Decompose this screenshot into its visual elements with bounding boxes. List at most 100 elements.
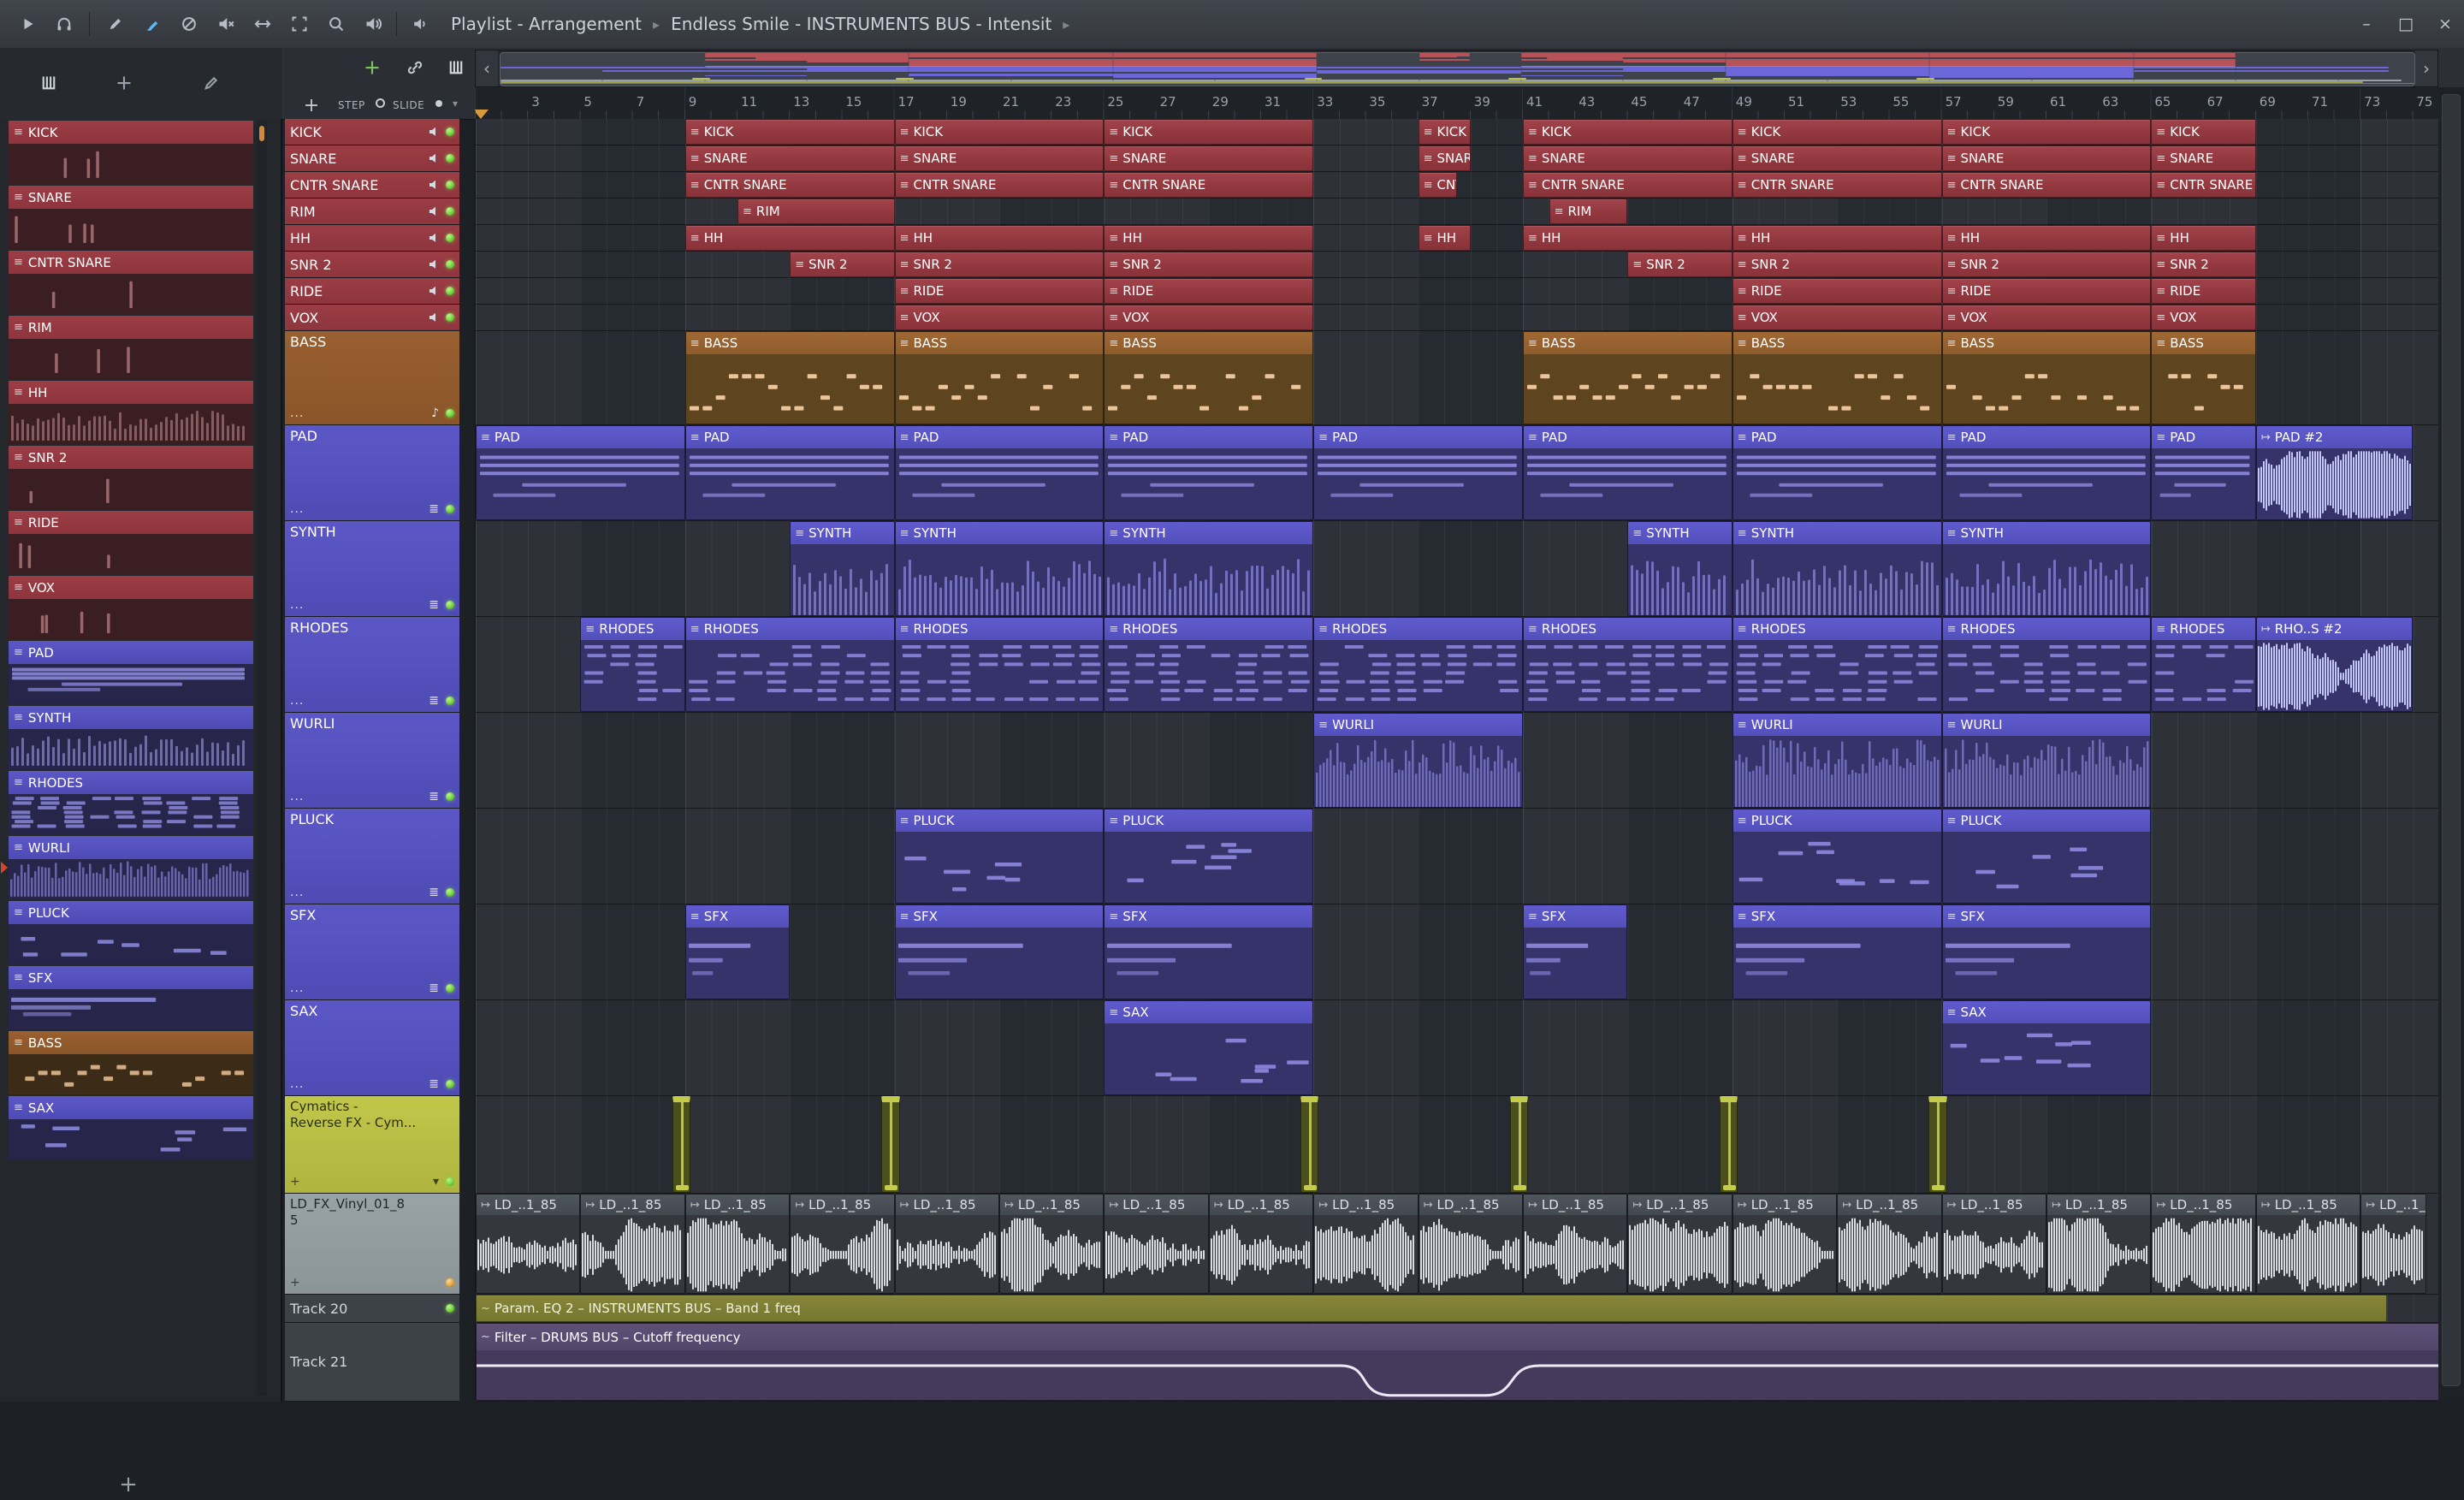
brush-tool-icon[interactable] (138, 9, 167, 39)
link-icon[interactable] (400, 53, 429, 82)
clip-rhodes[interactable]: ≡ RHODES (580, 617, 685, 712)
mute-led[interactable] (446, 260, 454, 269)
clip-pad[interactable]: ≡ PAD (1941, 425, 2152, 520)
clip-pad[interactable]: ≡ PAD (1313, 425, 1523, 520)
track-header-bass[interactable]: BASS... ♪ (285, 331, 459, 424)
clip-ld-1-85[interactable]: ↦LD_..1_85 (999, 1194, 1105, 1294)
chevron-down-icon[interactable]: ▾ (433, 1175, 439, 1189)
playback-tool-icon[interactable] (358, 9, 388, 39)
clip-pad[interactable]: ≡ PAD (1732, 425, 1942, 520)
clip-cymatics-reverse-fx-cym[interactable] (1300, 1096, 1319, 1193)
speaker-icon[interactable] (429, 153, 441, 163)
clip-cymatics-reverse-fx-cym[interactable] (1719, 1096, 1738, 1193)
slide-toggle[interactable] (435, 100, 442, 107)
sidebar-item-bass[interactable]: ≡ BASS (9, 1031, 253, 1094)
clip-vox[interactable]: ≡ VOX (2151, 305, 2256, 330)
clip-ld-1-85[interactable]: ↦LD_..1_85 (1523, 1194, 1628, 1294)
overview-thumb[interactable] (500, 52, 2415, 86)
clip-sax[interactable]: ≡ SAX (1941, 1000, 2152, 1095)
mute-led[interactable] (446, 1304, 454, 1313)
playhead-marker[interactable] (475, 110, 489, 119)
preview-speaker-icon[interactable] (406, 9, 435, 39)
sidebar-item-hh[interactable]: ≡ HH (9, 381, 253, 444)
track-header-snare[interactable]: SNARE (285, 145, 459, 171)
clip-vox[interactable]: ≡ VOX (1941, 305, 2152, 330)
vertical-scrollbar-thumb[interactable] (2442, 94, 2461, 1386)
keyboard-icon[interactable]: ≣ (429, 886, 439, 899)
track-options-dots[interactable]: ... (290, 502, 304, 516)
clip-vox[interactable]: ≡ VOX (1732, 305, 1942, 330)
clip-hh[interactable]: ≡ HH (1418, 225, 1471, 251)
clip-rho-s-2[interactable]: ↦ RHO..S #2 (2255, 617, 2414, 712)
clip-rhodes[interactable]: ≡ RHODES (1732, 617, 1942, 712)
clip-rhodes[interactable]: ≡ RHODES (1104, 617, 1314, 712)
clip-ld-1-85[interactable]: ↦LD_..1_85 (1732, 1194, 1838, 1294)
track-options-dots[interactable]: + (290, 1175, 301, 1189)
clip-snr-2[interactable]: ≡ SNR 2 (790, 252, 895, 277)
clip-kick[interactable]: ≡ KICK (684, 119, 895, 145)
clip-snr-2[interactable]: ≡ SNR 2 (1104, 252, 1314, 277)
speaker-icon[interactable] (429, 259, 441, 270)
mute-led[interactable] (446, 697, 454, 705)
grid-icon[interactable] (441, 53, 471, 82)
clip-wurli[interactable]: ≡ WURLI (1313, 713, 1523, 808)
clip-cymatics-reverse-fx-cym[interactable] (672, 1096, 690, 1193)
move-tool-icon[interactable] (110, 68, 139, 98)
track-options-dots[interactable]: + (290, 1276, 301, 1290)
clip-pad[interactable]: ≡ PAD (476, 425, 685, 520)
track-options-dots[interactable]: ... (290, 694, 304, 708)
clip-hh[interactable]: ≡ HH (894, 225, 1105, 251)
track-header-snr-2[interactable]: SNR 2 (285, 252, 459, 277)
clip-snare[interactable]: ≡SNARE (1941, 145, 2152, 171)
clip-sfx[interactable]: ≡ SFX (684, 904, 791, 999)
clip-snare[interactable]: ≡SNARE (1732, 145, 1942, 171)
add-pattern-button[interactable]: + (297, 91, 326, 120)
clip-rhodes[interactable]: ≡ RHODES (684, 617, 895, 712)
mute-led[interactable] (446, 601, 454, 609)
clip-bass[interactable]: ≡ BASS (684, 331, 895, 424)
pencil-tool-icon[interactable] (101, 9, 130, 39)
mute-led[interactable] (446, 207, 454, 216)
clip-pluck[interactable]: ≡ PLUCK (1104, 809, 1314, 904)
track-header-ride[interactable]: RIDE (285, 278, 459, 304)
clip-vox[interactable]: ≡ VOX (1104, 305, 1314, 330)
play-icon[interactable] (14, 9, 43, 39)
clip-rim[interactable]: ≡ RIM (1549, 199, 1628, 224)
picker-scrollbar-thumb[interactable] (259, 126, 264, 141)
clip-ride[interactable]: ≡ RIDE (1104, 278, 1314, 304)
clip-cntr-snare[interactable]: ≡ CNTR SNARE (1941, 172, 2152, 198)
mute-tool-icon[interactable] (211, 9, 240, 39)
step-toggle[interactable] (376, 98, 385, 108)
clip-ld-1-85[interactable]: ↦LD_..1_85 (2255, 1194, 2361, 1294)
clip-ld-1-85[interactable]: ↦LD_..1_85 (790, 1194, 895, 1294)
speaker-icon[interactable] (429, 127, 441, 137)
mute-led[interactable] (446, 1278, 454, 1287)
track-header-wurli[interactable]: WURLI... ≣ (285, 713, 459, 808)
clip-hh[interactable]: ≡ HH (1941, 225, 2152, 251)
track-header-sfx[interactable]: SFX... ≣ (285, 904, 459, 999)
keyboard-icon[interactable]: ≣ (429, 981, 439, 995)
track-header-rhodes[interactable]: RHODES... ≣ (285, 617, 459, 712)
clip-rhodes[interactable]: ≡ RHODES (1523, 617, 1732, 712)
clip-sfx[interactable]: ≡ SFX (894, 904, 1105, 999)
speaker-icon[interactable] (429, 286, 441, 296)
clip-snare[interactable]: ≡SNARE (684, 145, 895, 171)
track-row-cymatics-reverse-fx-cym[interactable] (476, 1096, 2438, 1194)
clip-snr-2[interactable]: ≡ SNR 2 (2151, 252, 2256, 277)
clip-ld-1-85[interactable]: ↦LD_..1_85 (1208, 1194, 1314, 1294)
clip-ld-1-85[interactable]: ↦LD_..1_85 (580, 1194, 685, 1294)
clip-pluck[interactable]: ≡ PLUCK (894, 809, 1105, 904)
clip-snare[interactable]: ≡SNARE (1523, 145, 1732, 171)
track-header-cymatics-reverse-fx-cym[interactable]: Cymatics - Reverse FX - Cym... + ▾ (285, 1096, 459, 1193)
clip-snare[interactable]: ≡SNARE (894, 145, 1105, 171)
clip-ld-1-85[interactable]: ↦LD_..1_85 (1313, 1194, 1419, 1294)
clip-hh[interactable]: ≡ HH (2151, 225, 2256, 251)
clip-pad[interactable]: ≡ PAD (1523, 425, 1732, 520)
clip-kick[interactable]: ≡ KICK (1941, 119, 2152, 145)
playlist-grid[interactable]: ≡ KICK ≡ KICK ≡ KICK ≡ KICK ≡ KICK ≡ KICK ≡ KICK ≡ KICK… (475, 119, 2438, 1402)
clip-snr-2[interactable]: ≡ SNR 2 (894, 252, 1105, 277)
clip-hh[interactable]: ≡ HH (1104, 225, 1314, 251)
keyboard-icon[interactable]: ≣ (429, 1077, 439, 1091)
clip-synth[interactable]: ≡ SYNTH (1104, 521, 1314, 616)
track-options-dots[interactable]: ... (290, 790, 304, 803)
